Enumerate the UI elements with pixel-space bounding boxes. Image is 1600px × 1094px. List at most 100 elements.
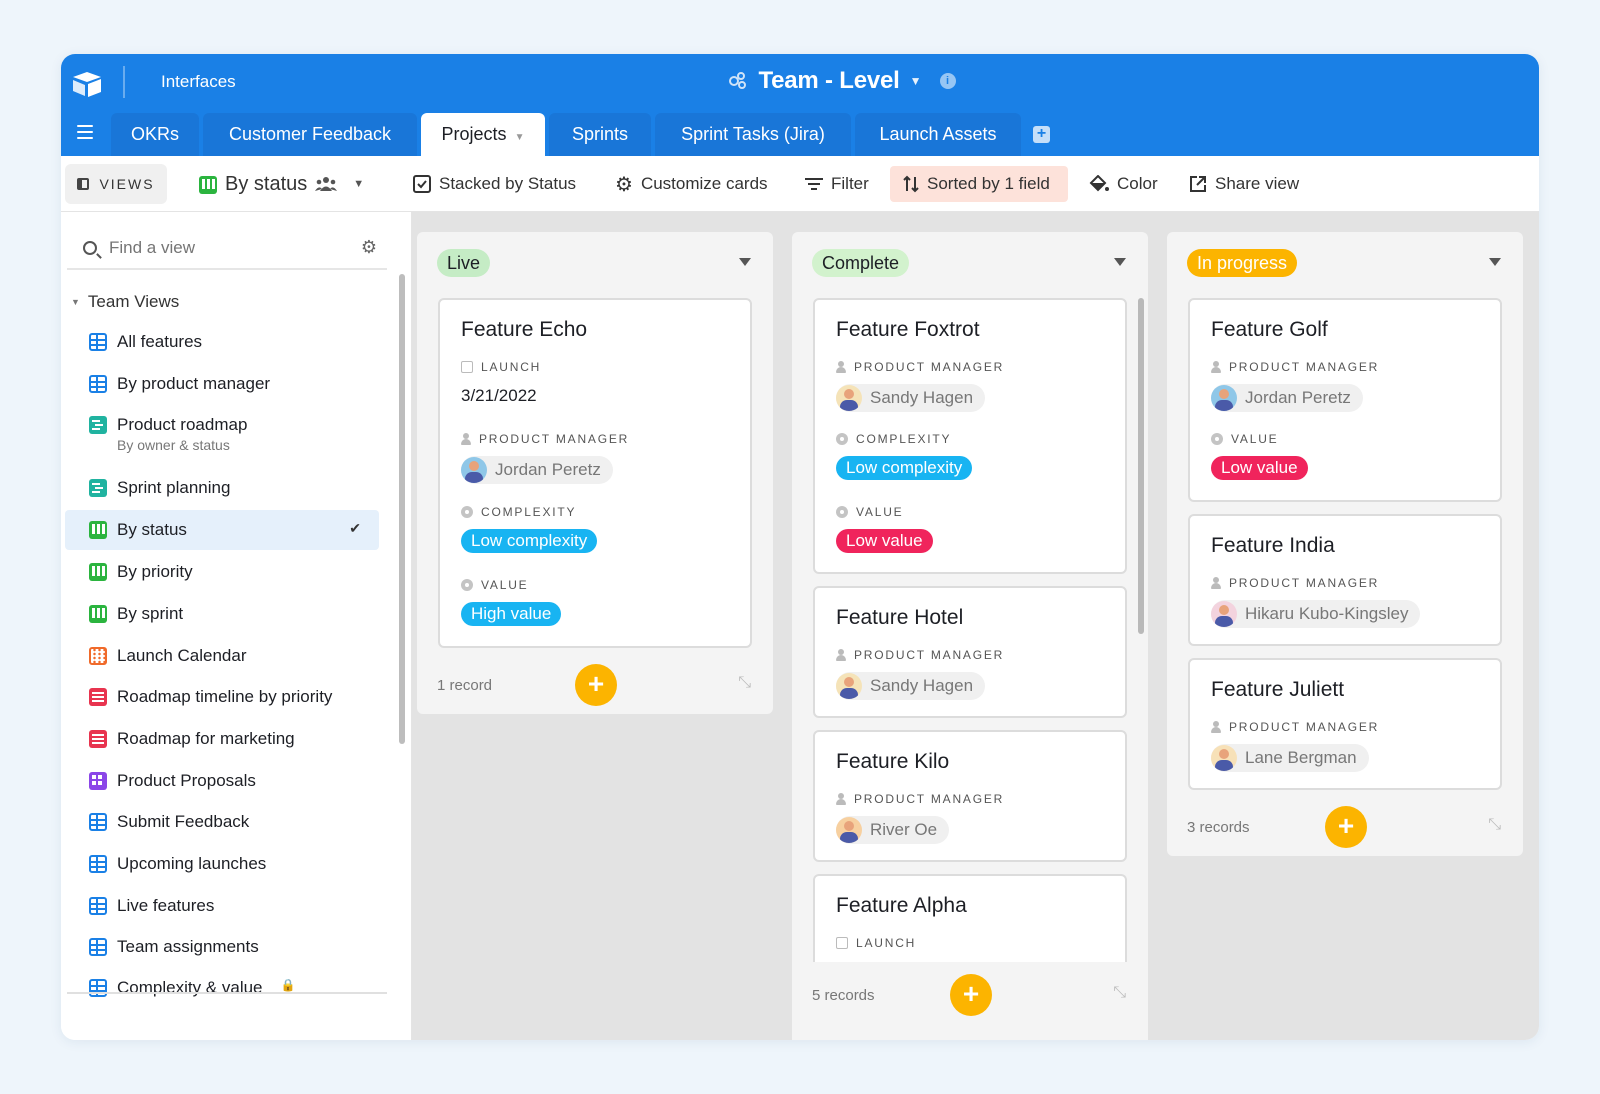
sidebar-item-submit-feedback[interactable]: Submit Feedback: [65, 812, 379, 840]
tab-customer-feedback[interactable]: Customer Feedback: [203, 113, 417, 156]
tab-okrs[interactable]: OKRs: [111, 113, 199, 156]
team-views-group[interactable]: ▼ Team Views: [71, 292, 179, 312]
field-label-text: LAUNCH: [856, 936, 917, 950]
single-select-field-icon: [1211, 433, 1223, 445]
sidebar-item-upcoming-launches[interactable]: Upcoming launches: [65, 854, 379, 882]
sidebar-item-launch-calendar[interactable]: Launch Calendar: [65, 646, 379, 674]
view-label: Submit Feedback: [117, 812, 250, 831]
caret-down-icon[interactable]: [1114, 258, 1126, 266]
share-icon: [1190, 176, 1206, 192]
single-select-field-icon: [836, 433, 848, 445]
person-field-icon: [1211, 361, 1221, 373]
record-card[interactable]: Feature India PRODUCT MANAGER Hikaru Kub…: [1188, 514, 1502, 646]
filter-icon: [805, 178, 823, 190]
field-label-pm: PRODUCT MANAGER: [836, 648, 1004, 662]
sidebar-item-product-roadmap[interactable]: Product roadmap By owner & status: [65, 415, 379, 465]
filter-button[interactable]: Filter: [805, 156, 869, 212]
field-label-launch: LAUNCH: [461, 360, 541, 374]
sidebar-item-by-status[interactable]: By status ✔: [65, 510, 379, 550]
sidebar-item-roadmap-for-marketing[interactable]: Roadmap for marketing: [65, 729, 379, 757]
record-card[interactable]: Feature Alpha LAUNCH: [813, 874, 1127, 974]
record-card[interactable]: Feature Golf PRODUCT MANAGER Jordan Pere…: [1188, 298, 1502, 502]
sidebar-item-complexity-value[interactable]: Complexity & value 🔒: [65, 978, 379, 1002]
field-label-text: COMPLEXITY: [856, 432, 952, 446]
collapse-icon[interactable]: ⤡: [738, 674, 751, 692]
field-label-text: PRODUCT MANAGER: [1229, 720, 1380, 734]
find-view-input[interactable]: [109, 238, 349, 258]
collaborator-name: Jordan Peretz: [1245, 388, 1351, 407]
view-label: Product Proposals: [117, 771, 256, 790]
color-button[interactable]: Color: [1089, 156, 1158, 212]
kanban-column-complete: Complete Feature Foxtrot PRODUCT MANAGER…: [792, 232, 1148, 1040]
sidebar-item-all-features[interactable]: All features: [65, 332, 379, 360]
single-select-field-icon: [461, 506, 473, 518]
column-scrollbar[interactable]: [1138, 298, 1144, 634]
tab-sprint-tasks[interactable]: Sprint Tasks (Jira): [655, 113, 851, 156]
app-header: Interfaces Team - Level ▼ i OKRs Custome…: [61, 54, 1539, 156]
tab-launch-assets[interactable]: Launch Assets: [855, 113, 1021, 156]
calendar-view-icon: [89, 647, 107, 665]
tab-projects-label: Projects: [441, 124, 507, 144]
value-tag: Low value: [1211, 456, 1308, 480]
record-card[interactable]: Feature Echo LAUNCH 3/21/2022 PRODUCT MA…: [438, 298, 752, 648]
sort-button[interactable]: Sorted by 1 field: [903, 156, 1050, 212]
card-title: Feature Echo: [461, 318, 588, 341]
record-card[interactable]: Feature Kilo PRODUCT MANAGER River Oe: [813, 730, 1127, 862]
sidebar-item-by-product-manager[interactable]: By product manager: [65, 374, 379, 402]
add-table-icon[interactable]: +: [1033, 126, 1050, 143]
share-view-button[interactable]: Share view: [1189, 156, 1299, 212]
caret-down-icon[interactable]: [1489, 258, 1501, 266]
sidebar-item-by-sprint[interactable]: By sprint: [65, 604, 379, 632]
hamburger-menu-icon[interactable]: [77, 125, 93, 139]
current-view-label: By status: [225, 172, 308, 195]
info-icon[interactable]: i: [939, 73, 956, 89]
collaborator-name: Sandy Hagen: [870, 388, 974, 407]
sidebar-scrollbar[interactable]: [399, 274, 405, 744]
field-label-pm: PRODUCT MANAGER: [836, 792, 1004, 806]
stacked-by-button[interactable]: Stacked by Status: [413, 156, 576, 212]
chevron-down-icon[interactable]: ▼: [515, 132, 525, 143]
record-card[interactable]: Feature Juliett PRODUCT MANAGER Lane Ber…: [1188, 658, 1502, 790]
timeline-view-icon: [89, 730, 107, 748]
sidebar-item-team-assignments[interactable]: Team assignments: [65, 937, 379, 965]
collapse-icon[interactable]: ⤡: [1488, 816, 1501, 834]
gantt-view-icon: [89, 479, 107, 497]
tab-projects[interactable]: Projects ▼: [421, 113, 545, 156]
search-icon: [83, 241, 97, 255]
sidebar-item-live-features[interactable]: Live features: [65, 896, 379, 924]
checkmark-icon: ✔: [349, 520, 361, 536]
current-view-button[interactable]: By status ▼: [199, 156, 364, 212]
sidebar-item-product-proposals[interactable]: Product Proposals: [65, 771, 379, 799]
kanban-column-live: Live Feature Echo LAUNCH 3/21/2022 PRODU…: [417, 232, 773, 714]
find-view-search[interactable]: ⚙: [67, 234, 387, 270]
views-toggle-button[interactable]: VIEWS: [65, 164, 167, 204]
field-label-text: PRODUCT MANAGER: [854, 648, 1005, 662]
sidebar-item-sprint-planning[interactable]: Sprint planning: [65, 478, 379, 506]
sidebar-divider: [67, 992, 387, 994]
grid-view-icon: [89, 813, 107, 831]
field-label-launch: LAUNCH: [836, 936, 916, 950]
add-record-button[interactable]: +: [1325, 806, 1367, 848]
base-title[interactable]: Team - Level: [758, 67, 899, 95]
record-card[interactable]: Feature Hotel PRODUCT MANAGER Sandy Hage…: [813, 586, 1127, 718]
field-label-text: LAUNCH: [481, 360, 542, 374]
chevron-down-icon[interactable]: ▼: [353, 178, 364, 190]
gantt-view-icon: [89, 416, 107, 434]
table-tabs: OKRs Customer Feedback Projects ▼ Sprints…: [61, 113, 1539, 156]
collapse-icon[interactable]: ⤡: [1113, 984, 1126, 1002]
sidebar-item-by-priority[interactable]: By priority: [65, 562, 379, 590]
checkbox-stack-icon: [413, 175, 431, 193]
gear-icon[interactable]: ⚙: [361, 237, 377, 258]
views-label: VIEWS: [99, 176, 155, 192]
record-card[interactable]: Feature Foxtrot PRODUCT MANAGER Sandy Ha…: [813, 298, 1127, 574]
customize-cards-button[interactable]: ⚙ Customize cards: [615, 156, 768, 212]
add-record-button[interactable]: +: [950, 974, 992, 1016]
caret-down-icon[interactable]: [739, 258, 751, 266]
grid-view-icon: [89, 938, 107, 956]
paint-bucket-icon: [1089, 175, 1109, 192]
tab-sprints[interactable]: Sprints: [549, 113, 651, 156]
chevron-down-icon[interactable]: ▼: [910, 74, 922, 88]
kanban-view-icon: [199, 175, 217, 194]
sidebar-item-roadmap-timeline-by-priority[interactable]: Roadmap timeline by priority: [65, 687, 379, 715]
add-record-button[interactable]: +: [575, 664, 617, 706]
